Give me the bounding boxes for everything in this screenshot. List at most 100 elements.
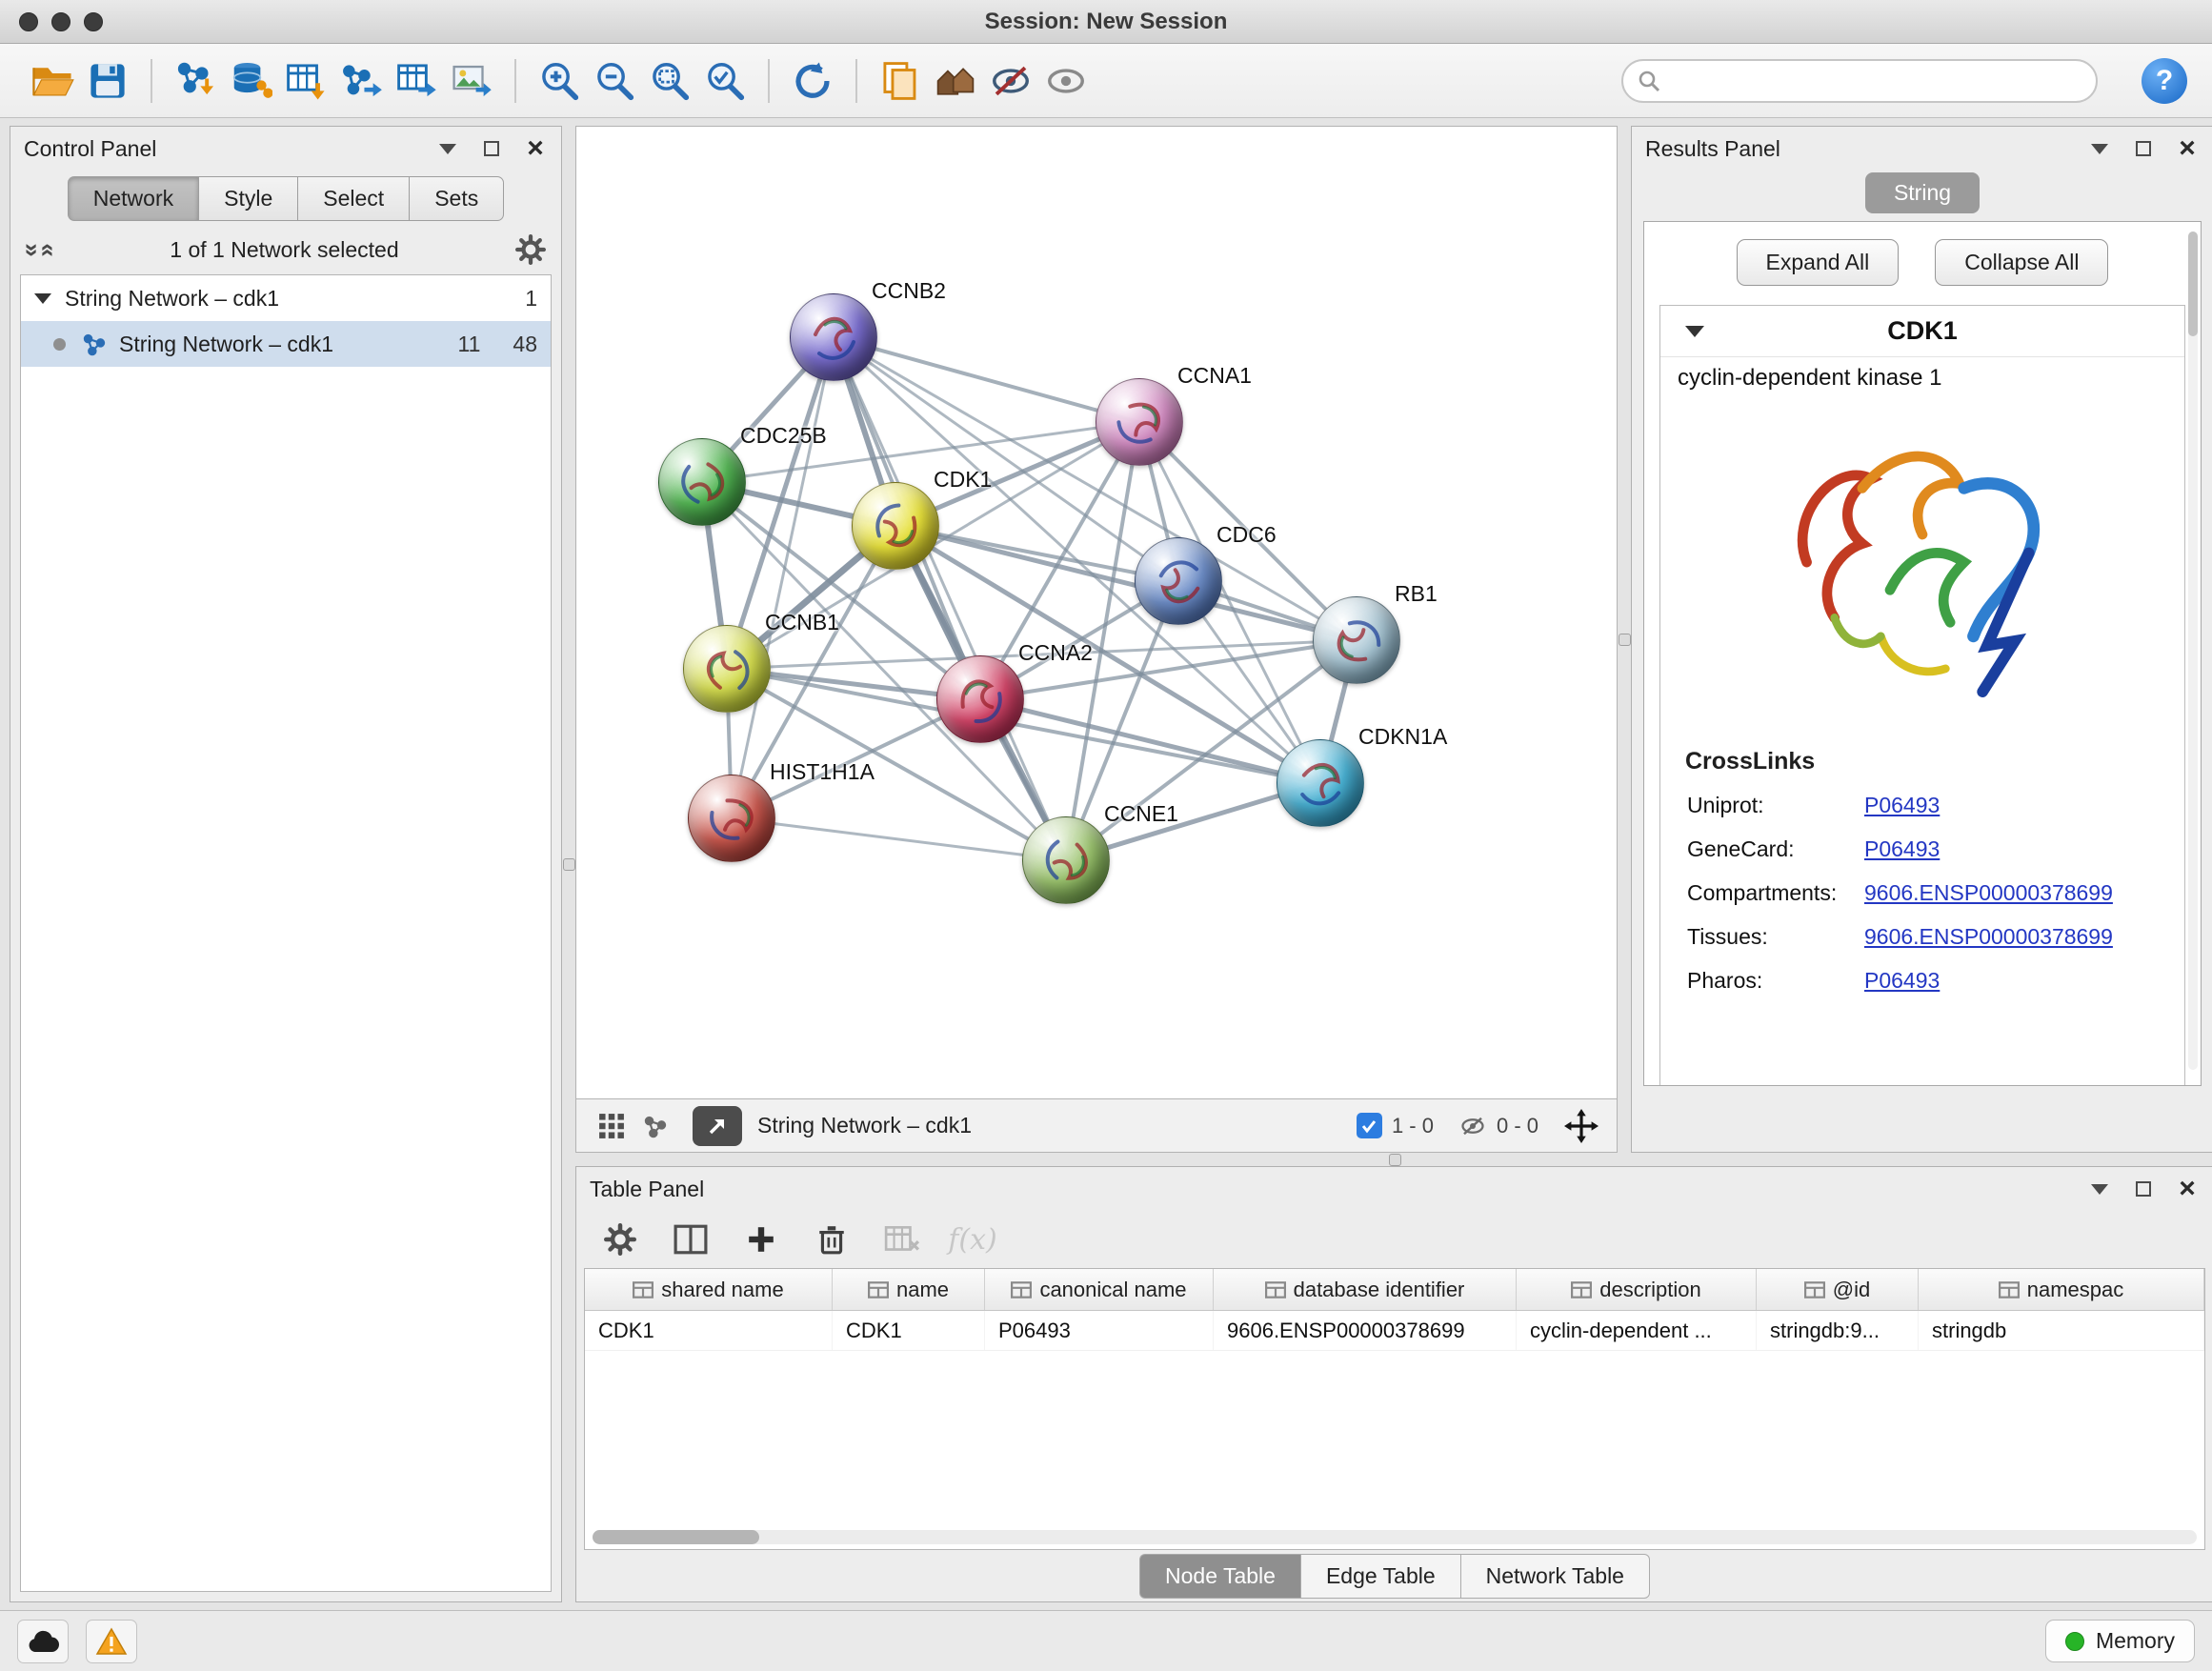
network-view-icon[interactable] bbox=[633, 1106, 677, 1146]
search-input[interactable] bbox=[1621, 59, 2098, 103]
panel-menu-icon[interactable] bbox=[2087, 1177, 2112, 1201]
table-row[interactable]: CDK1CDK1P064939606.ENSP00000378699cyclin… bbox=[585, 1311, 2204, 1351]
import-network-from-database-icon[interactable] bbox=[223, 53, 278, 109]
tab-style[interactable]: Style bbox=[198, 176, 297, 221]
tab-node-table[interactable]: Node Table bbox=[1139, 1554, 1300, 1599]
table-column-header[interactable]: description bbox=[1517, 1269, 1757, 1310]
add-column-icon[interactable] bbox=[740, 1218, 782, 1260]
column-type-icon bbox=[868, 1281, 889, 1299]
table-column-header[interactable]: database identifier bbox=[1214, 1269, 1517, 1310]
table-column-header[interactable]: @id bbox=[1757, 1269, 1919, 1310]
import-network-icon[interactable] bbox=[168, 53, 223, 109]
zoom-window-button[interactable] bbox=[84, 12, 103, 31]
network-node-cdc25b[interactable] bbox=[658, 438, 746, 526]
zoom-fit-icon[interactable] bbox=[642, 53, 697, 109]
network-node-rb1[interactable] bbox=[1313, 596, 1400, 684]
results-scrollbar-thumb[interactable] bbox=[2188, 232, 2198, 336]
snapshot-icon[interactable] bbox=[873, 53, 928, 109]
crosslink-link[interactable]: P06493 bbox=[1864, 968, 1940, 994]
tab-network[interactable]: Network bbox=[68, 176, 198, 221]
gear-icon[interactable] bbox=[599, 1218, 641, 1260]
network-node-cdk1[interactable] bbox=[852, 482, 939, 570]
network-collection-row[interactable]: String Network – cdk1 1 bbox=[21, 275, 551, 321]
entry-disclosure-icon[interactable] bbox=[1685, 326, 1704, 337]
open-session-icon[interactable] bbox=[25, 53, 80, 109]
warning-icon[interactable] bbox=[86, 1620, 137, 1663]
table-column-header[interactable]: shared name bbox=[585, 1269, 833, 1310]
table-cell[interactable]: P06493 bbox=[985, 1311, 1214, 1350]
panel-float-icon[interactable] bbox=[2131, 1177, 2156, 1201]
panel-close-icon[interactable]: × bbox=[2175, 136, 2200, 161]
crosslink-link[interactable]: 9606.ENSP00000378699 bbox=[1864, 880, 2113, 906]
table-column-header[interactable]: name bbox=[833, 1269, 985, 1310]
crosslink-link[interactable]: P06493 bbox=[1864, 836, 1940, 862]
table-column-header[interactable]: namespac bbox=[1919, 1269, 2204, 1310]
table-scrollbar-thumb[interactable] bbox=[593, 1530, 759, 1544]
network-node-ccnb2[interactable] bbox=[790, 293, 877, 381]
crosslink-link[interactable]: 9606.ENSP00000378699 bbox=[1864, 924, 2113, 950]
grid-view-icon[interactable] bbox=[590, 1106, 633, 1146]
show-columns-icon[interactable] bbox=[670, 1218, 712, 1260]
panel-close-icon[interactable]: × bbox=[2175, 1177, 2200, 1201]
crosslink-link[interactable]: P06493 bbox=[1864, 793, 1940, 818]
panel-float-icon[interactable] bbox=[2131, 136, 2156, 161]
table-cell[interactable]: CDK1 bbox=[585, 1311, 833, 1350]
table-horizontal-scrollbar[interactable] bbox=[593, 1530, 2197, 1544]
zoom-in-icon[interactable] bbox=[532, 53, 587, 109]
tab-sets[interactable]: Sets bbox=[409, 176, 504, 221]
network-edge[interactable] bbox=[732, 337, 834, 818]
hide-eye-icon[interactable] bbox=[983, 53, 1038, 109]
cloud-icon[interactable] bbox=[17, 1620, 69, 1663]
close-window-button[interactable] bbox=[19, 12, 38, 31]
gear-icon[interactable] bbox=[515, 234, 546, 265]
expand-all-icon[interactable]: » bbox=[31, 243, 61, 256]
table-cell[interactable]: CDK1 bbox=[833, 1311, 985, 1350]
network-node-ccna1[interactable] bbox=[1096, 378, 1183, 466]
network-node-cdkn1a[interactable] bbox=[1277, 739, 1364, 827]
table-cell[interactable]: stringdb:9... bbox=[1757, 1311, 1919, 1350]
table-cell[interactable]: 9606.ENSP00000378699 bbox=[1214, 1311, 1517, 1350]
panel-close-icon[interactable]: × bbox=[523, 136, 548, 161]
left-splitter[interactable] bbox=[562, 126, 575, 1602]
network-node-ccnb1[interactable] bbox=[683, 625, 771, 713]
panel-menu-icon[interactable] bbox=[2087, 136, 2112, 161]
disclosure-triangle-icon[interactable] bbox=[34, 293, 51, 304]
tab-network-table[interactable]: Network Table bbox=[1460, 1554, 1650, 1599]
network-node-ccna2[interactable] bbox=[936, 655, 1024, 743]
import-table-icon[interactable] bbox=[278, 53, 333, 109]
tab-string[interactable]: String bbox=[1865, 172, 1980, 213]
memory-button[interactable]: Memory bbox=[2045, 1620, 2195, 1662]
tab-select[interactable]: Select bbox=[297, 176, 409, 221]
apply-layout-icon[interactable] bbox=[785, 53, 840, 109]
detach-view-icon[interactable] bbox=[693, 1106, 742, 1146]
table-column-header[interactable]: canonical name bbox=[985, 1269, 1214, 1310]
results-scrollbar[interactable] bbox=[2188, 232, 2198, 1070]
table-cell[interactable]: stringdb bbox=[1919, 1311, 2204, 1350]
birds-eye-toggle-icon[interactable] bbox=[1559, 1106, 1603, 1146]
export-table-icon[interactable] bbox=[389, 53, 444, 109]
minimize-window-button[interactable] bbox=[51, 12, 70, 31]
zoom-out-icon[interactable] bbox=[587, 53, 642, 109]
table-splitter[interactable] bbox=[575, 1153, 2212, 1166]
network-row[interactable]: String Network – cdk1 11 48 bbox=[21, 321, 551, 367]
export-network-icon[interactable] bbox=[333, 53, 389, 109]
network-node-ccne1[interactable] bbox=[1022, 816, 1110, 904]
network-results-splitter[interactable] bbox=[1618, 126, 1631, 1153]
zoom-selected-icon[interactable] bbox=[697, 53, 753, 109]
eye-icon[interactable] bbox=[1038, 53, 1094, 109]
save-session-icon[interactable] bbox=[80, 53, 135, 109]
expand-all-button[interactable]: Expand All bbox=[1737, 239, 1900, 286]
export-image-icon[interactable] bbox=[444, 53, 499, 109]
tab-edge-table[interactable]: Edge Table bbox=[1300, 1554, 1460, 1599]
home-icon[interactable] bbox=[928, 53, 983, 109]
panel-float-icon[interactable] bbox=[479, 136, 504, 161]
network-node-cdc6[interactable] bbox=[1135, 537, 1222, 625]
collapse-all-button[interactable]: Collapse All bbox=[1935, 239, 2108, 286]
help-icon[interactable]: ? bbox=[2142, 58, 2187, 104]
table-cell[interactable]: cyclin-dependent ... bbox=[1517, 1311, 1757, 1350]
column-type-icon bbox=[633, 1281, 654, 1299]
network-node-hist1h1a[interactable] bbox=[688, 775, 775, 862]
panel-menu-icon[interactable] bbox=[435, 136, 460, 161]
delete-column-icon[interactable] bbox=[811, 1218, 853, 1260]
network-canvas[interactable]: CCNB2CCNA1CDC25BCDK1CDC6RB1CCNB1CCNA2CDK… bbox=[575, 126, 1618, 1099]
